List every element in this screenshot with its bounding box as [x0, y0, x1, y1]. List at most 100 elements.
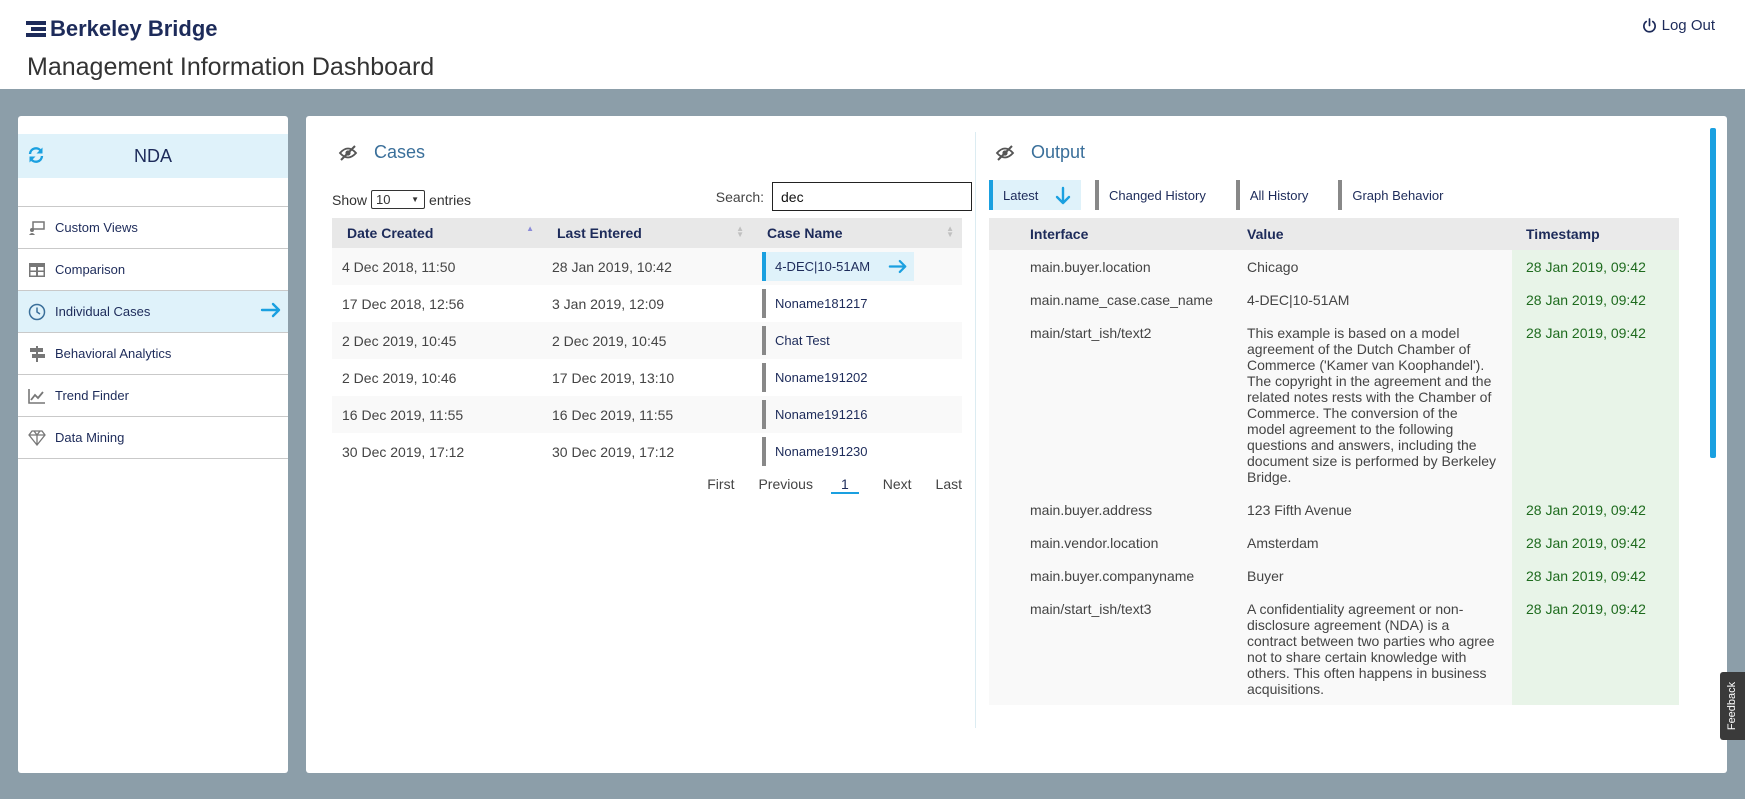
top-bar: Berkeley Bridge Management Information D… — [0, 0, 1745, 89]
project-selector[interactable]: NDA — [18, 134, 288, 178]
scrollbar[interactable] — [1710, 128, 1716, 458]
column-label: Last Entered — [557, 225, 642, 241]
output-table: Interface Value Timestamp main.buyer.loc… — [989, 218, 1679, 705]
case-link[interactable]: Noname191216 — [762, 400, 962, 429]
tab-label: Latest — [1003, 187, 1039, 203]
case-name-cell: Noname181217 — [752, 285, 962, 322]
sidebar-item-label: Individual Cases — [55, 304, 151, 319]
sidebar-item-individual-cases[interactable]: Individual Cases — [18, 291, 288, 333]
arrow-right-icon — [260, 302, 281, 318]
output-table-scroll[interactable]: Interface Value Timestamp main.buyer.loc… — [989, 218, 1679, 712]
timestamp-cell: 28 Jan 2019, 09:42 — [1512, 592, 1679, 705]
case-link[interactable]: Noname191230 — [762, 437, 962, 466]
tab-graph-behavior[interactable]: Graph Behavior — [1338, 180, 1443, 210]
pager-next[interactable]: Next — [883, 476, 912, 494]
timestamp-cell: 28 Jan 2019, 09:42 — [1512, 493, 1679, 526]
tab-latest[interactable]: Latest — [989, 180, 1081, 210]
date-created-cell: 4 Dec 2018, 11:50 — [332, 248, 542, 285]
table-row: main.buyer.address 123 Fifth Avenue 28 J… — [989, 493, 1679, 526]
case-name-cell: 4-DEC|10-51AM — [752, 248, 962, 285]
value-cell: Buyer — [1247, 559, 1512, 592]
brand-logo[interactable]: Berkeley Bridge — [26, 16, 218, 42]
pager-first[interactable]: First — [707, 476, 734, 494]
table-row[interactable]: 16 Dec 2019, 11:55 16 Dec 2019, 11:55 No… — [332, 396, 962, 433]
pager-previous[interactable]: Previous — [758, 476, 812, 494]
timestamp-cell: 28 Jan 2019, 09:42 — [1512, 526, 1679, 559]
case-name-cell: Chat Test — [752, 322, 962, 359]
sidebar-item-comparison[interactable]: Comparison — [18, 249, 288, 291]
brand-name: Berkeley Bridge — [50, 16, 218, 41]
table-row[interactable]: 2 Dec 2019, 10:45 2 Dec 2019, 10:45 Chat… — [332, 322, 962, 359]
case-name-cell: Noname191230 — [752, 433, 962, 470]
clock-icon — [28, 303, 46, 321]
sidebar-item-behavioral-analytics[interactable]: Behavioral Analytics — [18, 333, 288, 375]
interface-cell: main.vendor.location — [989, 526, 1247, 559]
search-area: Search: dec — [716, 182, 972, 211]
timestamp-cell: 28 Jan 2019, 09:42 — [1512, 559, 1679, 592]
entries-select[interactable]: 10 ▼ — [371, 190, 426, 209]
case-name-cell: Noname191216 — [752, 396, 962, 433]
value-cell: 123 Fifth Avenue — [1247, 493, 1512, 526]
entries-length: Show 10 ▼ entries — [332, 190, 471, 209]
table-row[interactable]: 17 Dec 2018, 12:56 3 Jan 2019, 12:09 Non… — [332, 285, 962, 322]
case-link[interactable]: Noname181217 — [762, 289, 962, 318]
case-link[interactable]: Chat Test — [762, 326, 962, 355]
table-row: main.name_case.case_name 4-DEC|10-51AM 2… — [989, 283, 1679, 316]
table-header-row: Date Created ▲ Last Entered ▲ ▼ Case Name ▲ ▼ — [332, 218, 962, 248]
column-label: Date Created — [347, 225, 434, 241]
sidebar-item-trend-finder[interactable]: Trend Finder — [18, 375, 288, 417]
value-cell: 4-DEC|10-51AM — [1247, 283, 1512, 316]
value-cell: Chicago — [1247, 250, 1512, 283]
date-created-cell: 2 Dec 2019, 10:45 — [332, 322, 542, 359]
sidebar-item-custom-views[interactable]: Custom Views — [18, 207, 288, 249]
column-header-case-name[interactable]: Case Name ▲ ▼ — [752, 218, 962, 248]
diamond-icon — [28, 429, 46, 447]
output-tabs: Latest Changed History All History Graph… — [989, 180, 1473, 210]
value-cell: Amsterdam — [1247, 526, 1512, 559]
search-label: Search: — [715, 188, 764, 205]
tab-label: Changed History — [1109, 187, 1206, 203]
interface-cell: main/start_ish/text2 — [989, 316, 1247, 493]
table-row: main.buyer.companyname Buyer 28 Jan 2019… — [989, 559, 1679, 592]
sort-icon: ▲ ▼ — [736, 224, 744, 239]
table-row[interactable]: 4 Dec 2018, 11:50 28 Jan 2019, 10:42 4-D… — [332, 248, 962, 285]
output-header: Output — [995, 142, 1085, 163]
pagination: First Previous 1 Next Last — [683, 476, 962, 494]
tab-all-history[interactable]: All History — [1235, 180, 1308, 210]
timestamp-cell: 28 Jan 2019, 09:42 — [1512, 283, 1679, 316]
sidebar-item-label: Trend Finder — [55, 388, 129, 403]
table-row[interactable]: 2 Dec 2019, 10:46 17 Dec 2019, 13:10 Non… — [332, 359, 962, 396]
feedback-tab[interactable]: Feedback — [1720, 672, 1745, 740]
eye-slash-icon[interactable] — [995, 144, 1015, 161]
logout-button[interactable]: Log Out — [1642, 17, 1715, 34]
sort-asc-icon: ▲ — [526, 224, 534, 233]
pager-last[interactable]: Last — [936, 476, 962, 494]
refresh-icon[interactable] — [27, 146, 45, 164]
table-row[interactable]: 30 Dec 2019, 17:12 30 Dec 2019, 17:12 No… — [332, 433, 962, 470]
timestamp-cell: 28 Jan 2019, 09:42 — [1512, 250, 1679, 283]
column-header-date-created[interactable]: Date Created ▲ — [332, 218, 542, 248]
tab-changed-history[interactable]: Changed History — [1095, 180, 1206, 210]
case-name: Noname191230 — [775, 444, 868, 459]
interface-cell: main/start_ish/text3 — [989, 592, 1247, 705]
sidebar-item-label: Custom Views — [55, 220, 138, 235]
date-created-cell: 16 Dec 2019, 11:55 — [332, 396, 542, 433]
power-icon — [1642, 18, 1656, 33]
case-link[interactable]: Noname191202 — [762, 363, 962, 392]
search-input[interactable]: dec — [772, 182, 972, 211]
sidebar-item-data-mining[interactable]: Data Mining — [18, 417, 288, 459]
output-panel: Output Latest Changed History All Histor… — [989, 116, 1709, 716]
case-name: Noname191202 — [775, 370, 868, 385]
sort-icon: ▲ ▼ — [946, 224, 954, 239]
last-entered-cell: 3 Jan 2019, 12:09 — [552, 295, 665, 312]
date-created-cell: 17 Dec 2018, 12:56 — [342, 295, 465, 312]
pager-current-page[interactable]: 1 — [830, 476, 859, 494]
table-row: main.buyer.location Chicago 28 Jan 2019,… — [989, 250, 1679, 283]
table-row: main/start_ish/text3 A confidentiality a… — [989, 592, 1679, 705]
eye-slash-icon[interactable] — [338, 144, 358, 161]
column-header-last-entered[interactable]: Last Entered ▲ ▼ — [542, 218, 752, 248]
column-header-value: Value — [1247, 218, 1512, 250]
interface-cell: main.name_case.case_name — [989, 283, 1247, 316]
output-title: Output — [1031, 142, 1086, 162]
case-link[interactable]: 4-DEC|10-51AM — [762, 252, 914, 281]
